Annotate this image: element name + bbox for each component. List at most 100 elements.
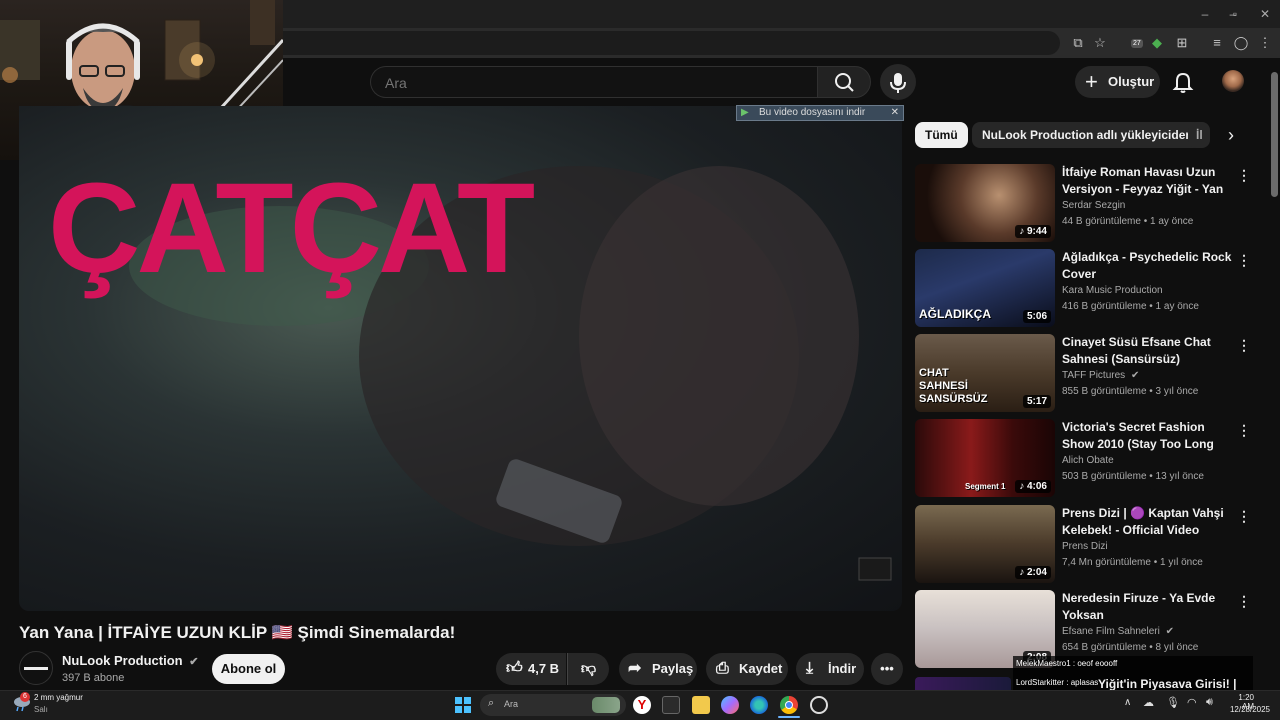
recommendation-meta: 44 B görüntüleme • 1 ay önce: [1062, 216, 1194, 227]
kebab-menu-icon[interactable]: ⋮: [1237, 507, 1251, 525]
windows-start-icon[interactable]: [454, 696, 472, 714]
extension-2-icon[interactable]: ◆: [1147, 33, 1167, 53]
puzzle-icon[interactable]: ⊞: [1172, 33, 1192, 53]
close-icon[interactable]: ✕: [891, 106, 899, 120]
onedrive-icon[interactable]: ☁: [1143, 696, 1154, 709]
video-thumbnail[interactable]: Segment 1 ♪ 4:06: [915, 419, 1055, 497]
more-horizontal-icon: •••: [880, 661, 894, 676]
video-thumbnail[interactable]: CHAT SAHNESİ SANSÜRSÜZ 5:17: [915, 334, 1055, 412]
profile-icon[interactable]: ◯: [1231, 33, 1251, 53]
file-explorer-icon[interactable]: [692, 696, 710, 714]
extension-icon[interactable]: 27: [1125, 33, 1145, 53]
channel-avatar[interactable]: [19, 651, 53, 685]
recommendation-title-partial[interactable]: Yiğit'in Piyasava Girisi! |: [1098, 677, 1237, 690]
create-button[interactable]: + Oluştur: [1075, 66, 1160, 98]
close-window-button[interactable]: ✕: [1250, 4, 1280, 24]
page-scrollbar[interactable]: [1271, 62, 1278, 682]
kebab-menu-icon[interactable]: ⋮: [1237, 421, 1251, 439]
wifi-icon[interactable]: ◠: [1187, 696, 1197, 709]
recommendation-title[interactable]: Ağladıkça - Psychedelic Rock Cover: [1062, 249, 1232, 283]
download-label: İndir: [828, 661, 857, 676]
weather-temp: 2 mm yağmur: [34, 693, 83, 702]
recommendation-channel[interactable]: Serdar Sezgin: [1062, 200, 1125, 211]
taskbar-date[interactable]: 12/28/2025: [1224, 705, 1270, 714]
thumbnail-caption: Segment 1: [965, 482, 1006, 491]
chrome-browser-icon[interactable]: [780, 696, 798, 714]
minimize-button[interactable]: –: [1190, 4, 1220, 24]
video-thumbnail[interactable]: ♪ 9:44: [915, 164, 1055, 242]
notification-badge: 6: [20, 692, 30, 702]
channel-name[interactable]: NuLook Production ✔: [62, 653, 198, 668]
recommendation-meta: 654 B görüntüleme • 8 yıl önce: [1062, 642, 1199, 653]
duration-badge: ♪ 9:44: [1015, 225, 1051, 238]
like-button[interactable]: 👍︎ 4,7 B: [496, 653, 566, 685]
obs-studio-icon[interactable]: [810, 696, 828, 714]
share-label: Paylaş: [652, 661, 694, 676]
search-box[interactable]: [370, 66, 818, 98]
kebab-menu-icon[interactable]: ⋮: [1237, 251, 1251, 269]
chevron-right-icon[interactable]: ›: [1218, 122, 1244, 148]
kebab-menu-icon[interactable]: ⋮: [1255, 33, 1275, 53]
channel-logo: [24, 667, 48, 670]
video-thumbnail[interactable]: ♪ 2:04: [915, 505, 1055, 583]
download-bar-label: Bu video dosyasını indir: [759, 107, 866, 118]
bookmark-star-icon[interactable]: ☆: [1090, 33, 1110, 53]
verified-icon: ✔: [189, 656, 199, 668]
kebab-menu-icon[interactable]: ⋮: [1237, 592, 1251, 610]
recommendation-channel[interactable]: TAFF Pictures ✔: [1062, 370, 1139, 381]
cast-icon[interactable]: ⧉: [1068, 33, 1088, 53]
recommendation-channel[interactable]: Alich Obate: [1062, 455, 1114, 466]
recommendation-title[interactable]: Neredesin Firuze - Ya Evde Yoksan: [1062, 590, 1232, 624]
duration-badge: 5:06: [1022, 310, 1051, 323]
subscribe-button[interactable]: Abone ol: [212, 654, 285, 684]
recommendation-title[interactable]: İtfaiye Roman Havası Uzun Versiyon - Fey…: [1062, 164, 1232, 198]
microsoft-store-icon[interactable]: [662, 696, 680, 714]
recommendation-channel[interactable]: Efsane Film Sahneleri ✔: [1062, 626, 1174, 637]
recommendation-item[interactable]: ♪ 2:04 Prens Dizi | 🟣 Kaptan Vahşi Keleb…: [915, 505, 1255, 585]
kebab-menu-icon[interactable]: ⋮: [1237, 336, 1251, 354]
thumbnail-caption: AĞLADIKÇA: [919, 307, 991, 321]
chip-related[interactable]: İl: [1188, 122, 1210, 148]
edge-browser-icon[interactable]: [750, 696, 768, 714]
recommendation-title[interactable]: Victoria's Secret Fashion Show 2010 (Sta…: [1062, 419, 1232, 453]
speaker-icon[interactable]: 🔊︎: [1206, 696, 1213, 709]
recommendation-item[interactable]: CHAT SAHNESİ SANSÜRSÜZ 5:17 Cinayet Süsü…: [915, 334, 1255, 414]
voice-search-button[interactable]: [880, 64, 916, 100]
dislike-button[interactable]: 👎︎: [567, 653, 609, 685]
recommendation-item[interactable]: Segment 1 ♪ 4:06 Victoria's Secret Fashi…: [915, 419, 1255, 499]
active-app-indicator: [778, 716, 800, 718]
chevron-up-icon[interactable]: ∧: [1124, 697, 1131, 708]
chip-from-uploader[interactable]: NuLook Production adlı yükleyiciden: [972, 122, 1203, 148]
kebab-menu-icon[interactable]: ⋮: [1237, 166, 1251, 184]
scrollbar-thumb[interactable]: [1271, 72, 1278, 197]
recommendation-title[interactable]: Cinayet Süsü Efsane Chat Sahnesi (Sansür…: [1062, 334, 1232, 368]
chip-all[interactable]: Tümü: [915, 122, 968, 148]
video-thumbnail[interactable]: AĞLADIKÇA 5:06: [915, 249, 1055, 327]
taskbar-search[interactable]: ⌕ Ara: [480, 694, 626, 716]
video-thumbnail-partial[interactable]: [915, 677, 1011, 690]
download-button[interactable]: ⤓ İndir: [796, 653, 864, 685]
weather-widget[interactable]: 6: [12, 692, 32, 712]
media-control-icon[interactable]: ≡: [1207, 33, 1227, 53]
recommendation-title[interactable]: Prens Dizi | 🟣 Kaptan Vahşi Kelebek! - O…: [1062, 505, 1232, 539]
search-input[interactable]: [385, 73, 785, 93]
recommendation-channel[interactable]: Kara Music Production: [1062, 285, 1163, 296]
yandex-browser-icon[interactable]: Y: [633, 696, 651, 714]
download-video-bar[interactable]: ▶ Bu video dosyasını indir ✕: [736, 105, 904, 121]
recommendation-item[interactable]: ♪ 9:44 İtfaiye Roman Havası Uzun Versiyo…: [915, 164, 1255, 244]
copilot-icon[interactable]: [721, 696, 739, 714]
chrome-center: [785, 701, 793, 709]
account-avatar[interactable]: [1222, 70, 1244, 92]
search-button[interactable]: [817, 66, 871, 98]
more-actions-button[interactable]: •••: [871, 653, 903, 685]
maximize-button[interactable]: ▫: [1220, 4, 1250, 24]
notifications-button[interactable]: [1170, 70, 1196, 94]
taskbar-search-label: Ara: [504, 699, 519, 709]
verified-icon: ✔: [1165, 626, 1174, 637]
share-button[interactable]: ➦ Paylaş: [619, 653, 697, 685]
search-highlight-icon: [592, 697, 620, 713]
recommendation-channel[interactable]: Prens Dizi: [1062, 541, 1108, 552]
recommendation-item[interactable]: AĞLADIKÇA 5:06 Ağladıkça - Psychedelic R…: [915, 249, 1255, 329]
microphone-icon[interactable]: 🎙︎: [1166, 696, 1180, 709]
save-button[interactable]: ⎙ Kaydet: [706, 653, 788, 685]
